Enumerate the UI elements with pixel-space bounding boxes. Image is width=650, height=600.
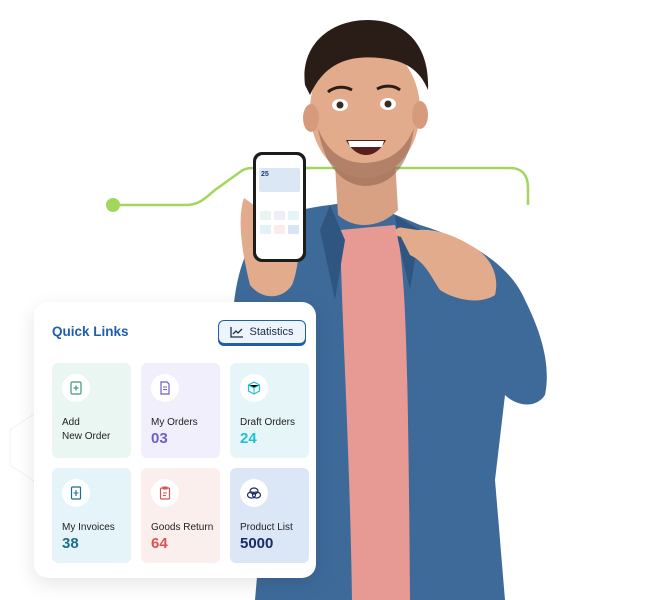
phone-screen: 25 (256, 155, 303, 259)
tile-label: My Invoices (62, 522, 115, 533)
tile-add-new-order[interactable]: Add New Order (52, 363, 131, 458)
return-icon (151, 479, 179, 507)
tile-goods-return[interactable]: Goods Return 64 (141, 468, 220, 563)
add-order-icon (62, 374, 90, 402)
products-icon (240, 479, 268, 507)
invoice-icon (62, 479, 90, 507)
phone-banner: 25 (259, 168, 300, 192)
tile-label: Add New Order (62, 417, 111, 442)
quick-links-title: Quick Links (52, 324, 129, 339)
tile-label: Product List (240, 522, 293, 533)
phone-tile (260, 225, 271, 234)
tile-value: 64 (151, 535, 168, 552)
tile-label: Goods Return (151, 522, 214, 533)
statistics-label: Statistics (249, 326, 294, 338)
chart-trend-icon (230, 327, 244, 338)
tile-my-invoices[interactable]: My Invoices 38 (52, 468, 131, 563)
document-icon (151, 374, 179, 402)
phone-tile (274, 211, 285, 220)
tile-draft-orders[interactable]: Draft Orders 24 (230, 363, 309, 458)
tile-my-orders[interactable]: My Orders 03 (141, 363, 220, 458)
tile-value: 38 (62, 535, 79, 552)
statistics-button[interactable]: Statistics (218, 320, 306, 344)
phone-tile (274, 225, 285, 234)
phone-tile (288, 211, 299, 220)
phone-tile (288, 225, 299, 234)
phone-banner-text: 25 (261, 171, 269, 178)
tile-label: My Orders (151, 417, 198, 428)
tile-value: 03 (151, 430, 168, 447)
tile-label: Draft Orders (240, 417, 296, 428)
tile-value: 5000 (240, 535, 274, 552)
phone-mockup: 25 (253, 152, 306, 262)
quick-links-card: Quick Links Statistics Add New Order My … (34, 302, 316, 578)
tile-value: 24 (240, 430, 257, 447)
box-icon (240, 374, 268, 402)
tile-product-list[interactable]: Product List 5000 (230, 468, 309, 563)
phone-tile (260, 211, 271, 220)
